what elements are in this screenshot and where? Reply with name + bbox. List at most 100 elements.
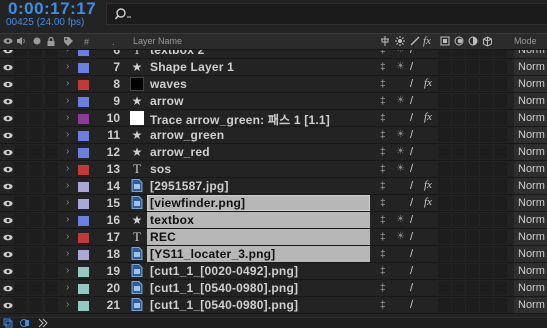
layer-switch-cell[interactable] [494, 298, 507, 312]
layer-switch-cell[interactable] [494, 230, 507, 244]
blend-mode-dropdown[interactable]: Norm [514, 144, 547, 160]
layer-row[interactable]: › 17 T REC ‡ ☀ / Norm [0, 229, 547, 246]
shy-switch-icon[interactable]: ‡ [380, 164, 386, 175]
layer-row[interactable]: › 20 [cut1_1_[0540-0980].png] ‡ / Norm [0, 280, 547, 297]
layer-row[interactable]: › 11 ★ arrow_green ‡ ☀ / Norm [0, 127, 547, 144]
layer-switch-cell[interactable] [480, 145, 493, 159]
layer-switch-cell[interactable] [480, 94, 493, 108]
quality-switch-icon[interactable]: / [410, 78, 413, 90]
lock-switch[interactable] [45, 77, 58, 91]
solo-switch[interactable] [29, 128, 42, 142]
blend-mode-dropdown[interactable]: Norm [514, 280, 547, 296]
label-color-swatch[interactable] [78, 63, 89, 73]
layer-switch-cell[interactable] [452, 281, 465, 295]
solo-icon[interactable] [32, 36, 42, 46]
expand-chevron-icon[interactable]: › [66, 197, 69, 208]
shy-switch-icon[interactable]: ‡ [380, 79, 386, 90]
layer-switch-cell[interactable] [452, 213, 465, 227]
layer-row[interactable]: › 7 ★ Shape Layer 1 ‡ ☀ / Norm [0, 59, 547, 76]
layer-switch-cell[interactable] [494, 145, 507, 159]
label-color-swatch[interactable] [78, 233, 89, 243]
transfer-controls-toggle-icon[interactable] [20, 318, 30, 328]
blend-mode-dropdown[interactable]: Norm [514, 76, 547, 92]
blend-mode-dropdown[interactable]: Norm [514, 246, 547, 262]
expand-chevron-icon[interactable]: › [66, 248, 69, 259]
audio-switch[interactable] [14, 281, 27, 295]
layer-switch-cell[interactable] [438, 60, 451, 74]
quality-switch-icon[interactable]: / [410, 95, 413, 107]
layer-switch-cell[interactable] [452, 50, 465, 57]
effects-switch-icon[interactable]: fx [424, 179, 432, 191]
audio-switch[interactable] [14, 264, 27, 278]
layer-switch-cell[interactable] [480, 196, 493, 210]
shy-switch-icon[interactable]: ‡ [380, 249, 386, 260]
label-color-swatch[interactable] [78, 97, 89, 107]
layer-switch-cell[interactable] [494, 162, 507, 176]
audio-switch[interactable] [14, 179, 27, 193]
blend-mode-dropdown[interactable]: Norm [514, 297, 547, 313]
expand-chevron-icon[interactable]: › [66, 299, 69, 310]
layer-switch-cell[interactable] [438, 50, 451, 57]
layer-switch-cell[interactable] [438, 298, 451, 312]
lock-switch[interactable] [45, 196, 58, 210]
collapse-switch-icon[interactable]: ☀ [396, 129, 405, 140]
expand-chevron-icon[interactable]: › [66, 78, 69, 89]
layer-switch-cell[interactable] [452, 196, 465, 210]
layer-switch-cell[interactable] [494, 60, 507, 74]
layer-switch-cell[interactable] [466, 247, 479, 261]
collapse-switch-icon[interactable]: ☀ [396, 231, 405, 242]
layer-switch-cell[interactable] [494, 94, 507, 108]
solo-switch[interactable] [29, 77, 42, 91]
label-color-swatch[interactable] [78, 114, 89, 124]
lock-switch[interactable] [45, 111, 58, 125]
solo-switch[interactable] [29, 145, 42, 159]
shy-switch-icon[interactable]: ‡ [380, 215, 386, 226]
layer-switches-toggle-icon[interactable] [3, 318, 13, 328]
visibility-eye-icon[interactable] [3, 267, 13, 276]
label-color-swatch[interactable] [78, 216, 89, 226]
quality-switch-icon[interactable]: / [410, 299, 413, 311]
layer-switch-cell[interactable] [480, 77, 493, 91]
audio-switch[interactable] [14, 111, 27, 125]
layer-name-cell[interactable]: [cut1_1_[0540-0980].png] [147, 297, 370, 313]
quality-switch-icon[interactable]: / [410, 265, 413, 277]
collapse-switch-icon[interactable]: ☀ [396, 146, 405, 157]
blend-mode-dropdown[interactable]: Norm [514, 59, 547, 75]
layer-switch-cell[interactable] [466, 128, 479, 142]
label-color-swatch[interactable] [78, 80, 89, 90]
solo-switch[interactable] [29, 213, 42, 227]
layer-switch-cell[interactable] [466, 60, 479, 74]
layer-row[interactable]: › 15 [viewfinder.png] ‡ / fx Norm [0, 195, 547, 212]
expand-chevron-icon[interactable]: › [66, 61, 69, 72]
label-color-swatch[interactable] [78, 182, 89, 192]
lock-switch[interactable] [45, 179, 58, 193]
layer-switch-cell[interactable] [438, 145, 451, 159]
label-color-swatch[interactable] [78, 301, 89, 311]
layer-switch-cell[interactable] [452, 230, 465, 244]
layer-row[interactable]: › 19 [cut1_1_[0020-0492].png] ‡ / Norm [0, 263, 547, 280]
layer-switch-cell[interactable] [480, 298, 493, 312]
shy-switch-icon[interactable]: ‡ [380, 232, 386, 243]
effects-switch-icon[interactable]: fx [424, 111, 432, 123]
label-color-swatch[interactable] [78, 284, 89, 294]
lock-switch[interactable] [45, 264, 58, 278]
visibility-eye-icon[interactable] [3, 148, 13, 157]
effects-switch-icon[interactable]: fx [424, 196, 432, 208]
lock-switch[interactable] [45, 145, 58, 159]
visibility-eye-icon[interactable] [3, 131, 13, 140]
visibility-eye-icon[interactable] [3, 165, 13, 174]
label-color-swatch[interactable] [78, 267, 89, 277]
layer-switch-cell[interactable] [494, 213, 507, 227]
layer-switch-cell[interactable] [480, 230, 493, 244]
layer-switch-cell[interactable] [494, 196, 507, 210]
collapse-switch-icon[interactable]: ☀ [396, 50, 405, 55]
layer-switch-cell[interactable] [466, 50, 479, 57]
layer-switch-cell[interactable] [480, 213, 493, 227]
shy-switch-icon[interactable]: ‡ [380, 113, 386, 124]
layer-switch-cell[interactable] [480, 60, 493, 74]
audio-icon[interactable] [16, 36, 26, 46]
expand-chevron-icon[interactable]: › [66, 265, 69, 276]
visibility-eye-icon[interactable] [3, 250, 13, 259]
layer-switch-cell[interactable] [452, 77, 465, 91]
audio-switch[interactable] [14, 128, 27, 142]
